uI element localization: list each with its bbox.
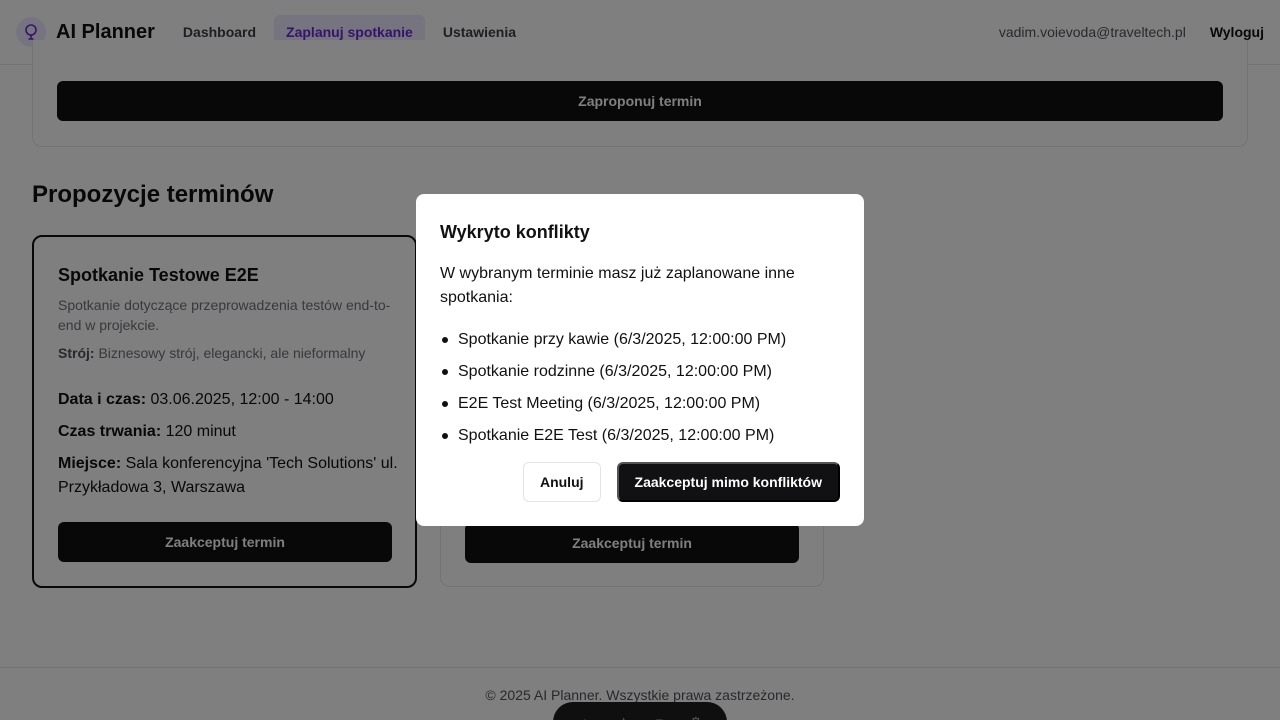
dialog-title: Wykryto konflikty xyxy=(440,222,590,242)
conflict-item: Spotkanie przy kawie (6/3/2025, 12:00:00… xyxy=(440,324,786,356)
conflict-text: Spotkanie E2E Test (6/3/2025, 12:00:00 P… xyxy=(458,427,775,444)
dialog-message: W wybranym terminie masz już zaplanowane… xyxy=(440,265,795,306)
dialog-actions: Anuluj Zaakceptuj mimo konfliktów xyxy=(522,462,840,502)
bullet-icon xyxy=(442,337,448,343)
conflict-text: Spotkanie przy kawie (6/3/2025, 12:00:00… xyxy=(458,331,787,348)
bullet-icon xyxy=(442,433,448,439)
conflict-text: Spotkanie rodzinne (6/3/2025, 12:00:00 P… xyxy=(458,363,772,380)
conflict-item: Spotkanie rodzinne (6/3/2025, 12:00:00 P… xyxy=(440,356,786,388)
conflict-text: E2E Test Meeting (6/3/2025, 12:00:00 PM) xyxy=(458,395,761,412)
conflict-dialog: Wykryto konflikty W wybranym terminie ma… xyxy=(416,194,864,526)
conflict-item: E2E Test Meeting (6/3/2025, 12:00:00 PM) xyxy=(440,388,786,420)
bullet-icon xyxy=(442,401,448,407)
conflict-item: Spotkanie E2E Test (6/3/2025, 12:00:00 P… xyxy=(440,420,786,452)
conflict-list: Spotkanie przy kawie (6/3/2025, 12:00:00… xyxy=(440,324,786,452)
cancel-button[interactable]: Anuluj xyxy=(522,462,601,502)
accept-despite-conflicts-button[interactable]: Zaakceptuj mimo konfliktów xyxy=(616,462,840,502)
bullet-icon xyxy=(442,369,448,375)
